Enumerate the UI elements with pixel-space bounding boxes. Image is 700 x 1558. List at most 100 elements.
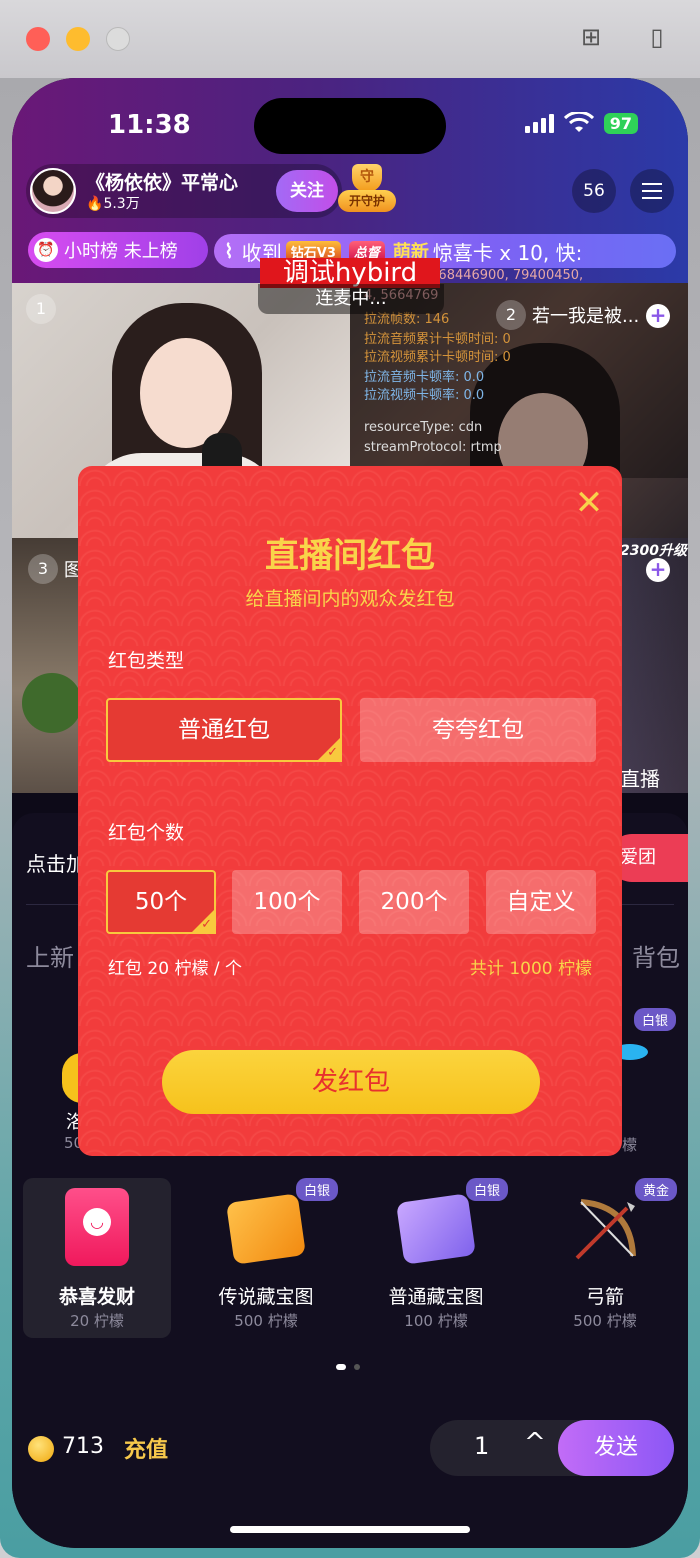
gift-item[interactable]: 白银 普通藏宝图 100 柠檬: [362, 1178, 510, 1338]
debug-line: 拉流视频卡顿率: 0.0: [364, 388, 485, 403]
battery-indicator: 97: [603, 112, 638, 134]
total-amount: 共计 1000 柠檬: [469, 959, 592, 979]
gift-name: 普通藏宝图: [388, 1286, 484, 1308]
window-close-button[interactable]: [26, 27, 50, 51]
packet-count-label: 红包个数: [108, 822, 185, 844]
status-icons: 97: [524, 112, 638, 134]
seat-name: 若一我是被...: [532, 306, 640, 327]
packet-type-normal[interactable]: 普通红包 ✓: [106, 698, 342, 762]
gift-price: 500 柠檬: [573, 1312, 637, 1330]
close-icon[interactable]: ✕: [572, 486, 606, 520]
gift-price: 20 柠檬: [70, 1312, 124, 1330]
window-zoom-button[interactable]: [106, 27, 130, 51]
option-label: 200个: [380, 889, 448, 915]
rank-label: 小时榜 未上榜: [64, 241, 178, 262]
gift-name: 恭喜发财: [58, 1286, 135, 1308]
live-tag: 直播: [620, 767, 660, 791]
option-label: 100个: [253, 889, 321, 915]
host-info[interactable]: 《杨依依》平常心 🔥5.3万 关注: [26, 164, 342, 218]
window-minimize-button[interactable]: [66, 27, 90, 51]
heat-value: 5.3万: [103, 196, 140, 212]
fire-icon: 🔥: [86, 196, 104, 212]
gift-name: 传说藏宝图: [218, 1286, 314, 1308]
gift-price: 100 柠檬: [404, 1312, 468, 1330]
viewer-count[interactable]: 56: [572, 169, 616, 213]
treasure-map-icon: [396, 1193, 476, 1265]
menu-button[interactable]: [630, 169, 674, 213]
packet-type-praise[interactable]: 夸夸红包: [360, 698, 596, 762]
fan-club-hint: 点击加: [26, 852, 86, 876]
tier-badge: 白银: [296, 1178, 339, 1201]
count-option-200[interactable]: 200个: [359, 870, 469, 934]
guard-label: 开守护: [338, 190, 396, 212]
treasure-map-icon: [226, 1193, 306, 1265]
coin-icon: [28, 1436, 54, 1462]
debug-line: 拉流音频累计卡顿时间: 0: [364, 332, 511, 347]
gift-name: 弓箭: [585, 1286, 624, 1308]
red-packet-modal: ✕ 直播间红包 给直播间内的观众发红包 红包类型 普通红包 ✓ 夸夸红包 红包个…: [78, 466, 622, 1156]
follow-seat-plus-icon[interactable]: +: [646, 558, 670, 582]
phone-screen: 11:38 97 《杨依依》平常心 🔥5.3万 关注 守 开守护 56 ⏰ 小时…: [12, 78, 688, 1548]
gift-price: 500 柠檬: [234, 1312, 298, 1330]
send-controls: 1 ^ 发送: [430, 1420, 674, 1476]
cellular-signal-icon: [524, 113, 554, 133]
chevron-up-icon[interactable]: ^: [524, 1428, 546, 1458]
count-option-50[interactable]: 50个 ✓: [106, 870, 216, 934]
debug-line: 拉流音频卡顿率: 0.0: [364, 370, 485, 385]
dynamic-island: [254, 98, 446, 154]
modal-title: 直播间红包: [265, 536, 435, 576]
gift-item[interactable]: 白银 传说藏宝图 500 柠檬: [192, 1178, 340, 1338]
red-packet-icon: ◡: [65, 1188, 129, 1266]
count-option-custom[interactable]: 自定义: [486, 870, 596, 934]
count-option-100[interactable]: 100个: [232, 870, 342, 934]
seat-number: 1: [26, 294, 56, 324]
tab-new[interactable]: 上新: [26, 938, 74, 973]
connect-status: 连麦中...: [258, 284, 444, 314]
guard-button[interactable]: 守 开守护: [338, 164, 396, 214]
upgrade-tag: 2300升级: [620, 543, 687, 559]
home-indicator[interactable]: [230, 1526, 470, 1533]
bow-arrow-icon: [575, 1199, 636, 1260]
grid-icon[interactable]: ⊞: [576, 22, 606, 52]
tab-backpack[interactable]: 背包: [632, 938, 680, 973]
modal-subtitle: 给直播间内的观众发红包: [245, 588, 455, 610]
option-label: 夸夸红包: [432, 717, 524, 743]
seat-number: 3: [28, 554, 58, 584]
send-red-packet-button[interactable]: 发红包: [162, 1050, 540, 1114]
quantity-value[interactable]: 1: [474, 1432, 489, 1460]
host-avatar[interactable]: [30, 168, 76, 214]
tier-badge: 黄金: [635, 1178, 678, 1201]
per-packet-amount: 红包 20 柠檬 / 个: [108, 959, 242, 979]
debug-line: streamProtocol: rtmp: [364, 440, 502, 455]
tier-badge: 白银: [466, 1178, 509, 1201]
page-indicator: [336, 1364, 360, 1370]
wifi-icon: [563, 112, 594, 132]
packet-type-label: 红包类型: [108, 650, 185, 672]
tier-badge: 白银: [634, 1008, 677, 1031]
option-label: 普通红包: [178, 717, 270, 743]
status-time: 11:38: [108, 110, 191, 140]
hourly-rank-badge[interactable]: ⏰ 小时榜 未上榜: [28, 232, 208, 268]
follow-seat-plus-icon[interactable]: +: [646, 304, 670, 328]
gift-notice-icon: ⌇: [224, 239, 234, 263]
option-label: 50个: [134, 889, 188, 915]
gift-item[interactable]: 黄金 弓箭 500 柠檬: [531, 1178, 679, 1338]
follow-button[interactable]: 关注: [276, 170, 338, 212]
check-icon: ✓: [327, 745, 338, 760]
option-label: 自定义: [506, 889, 576, 915]
hidden-gift-price: 檬: [622, 1136, 638, 1154]
debug-line: resourceType: cdn: [364, 420, 483, 435]
host-heat: 🔥5.3万: [86, 193, 140, 213]
check-icon: ✓: [201, 917, 212, 932]
recharge-link[interactable]: 充值: [124, 1432, 168, 1464]
debug-line: 拉流视频累计卡顿时间: 0: [364, 350, 511, 365]
seat-number: 2: [496, 300, 526, 330]
alarm-clock-icon: ⏰: [34, 238, 58, 262]
marquee-text: 惊喜卡 x 10, 快:: [432, 240, 583, 265]
rotate-device-icon[interactable]: ▯: [642, 22, 672, 52]
gift-item[interactable]: ◡ 恭喜发财 20 柠檬: [23, 1178, 171, 1338]
send-gift-button[interactable]: 发送: [558, 1420, 674, 1476]
coin-balance: 713: [62, 1434, 104, 1459]
guard-shield-icon: 守: [352, 164, 382, 192]
host-name: 《杨依依》平常心: [86, 172, 239, 194]
